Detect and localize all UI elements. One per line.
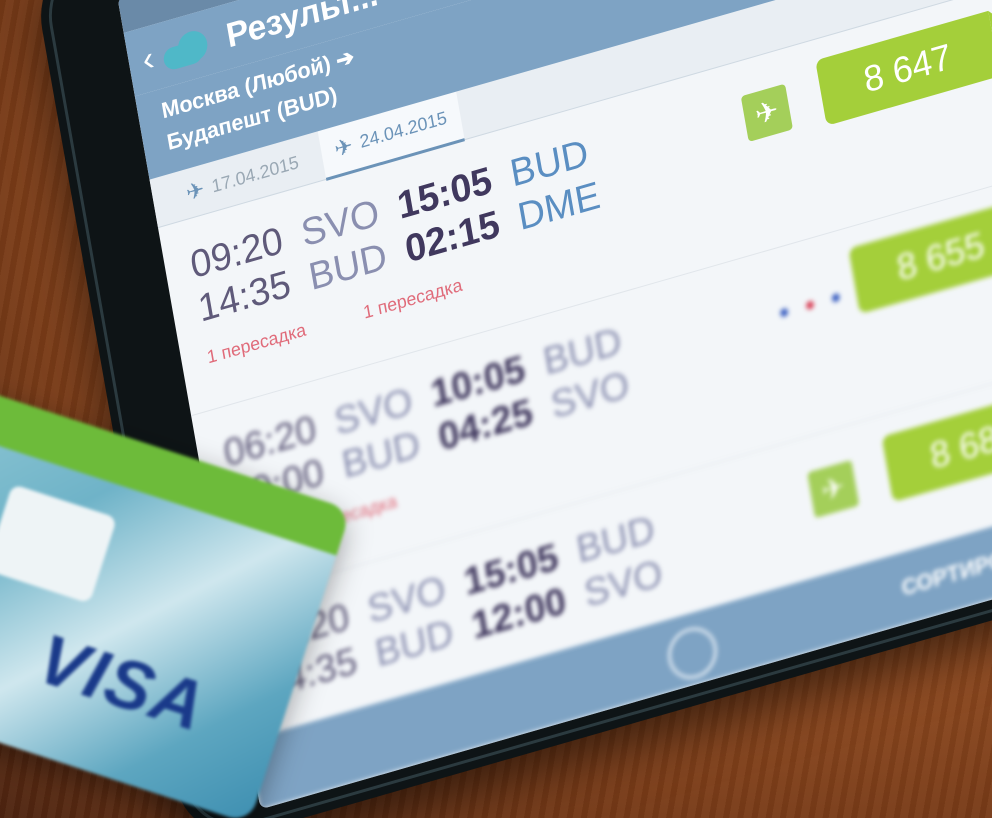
cloud-logo-icon (160, 22, 224, 72)
transfer-outbound: 1 пересадка (205, 319, 308, 368)
photo-scene: ◢ ▮ ‹ Результ... ▤ ▥ ⋮ Москва (Любой) ➔ … (0, 0, 992, 818)
card-chip (0, 483, 118, 604)
home-button-icon[interactable] (664, 621, 721, 685)
visa-logo: VISA (28, 619, 216, 747)
back-chevron-icon[interactable]: ‹ (139, 38, 157, 80)
transfer-return: 1 пересадка (361, 274, 464, 323)
plane-icon: ✈ (332, 131, 355, 162)
plane-icon: ✈ (184, 176, 207, 206)
